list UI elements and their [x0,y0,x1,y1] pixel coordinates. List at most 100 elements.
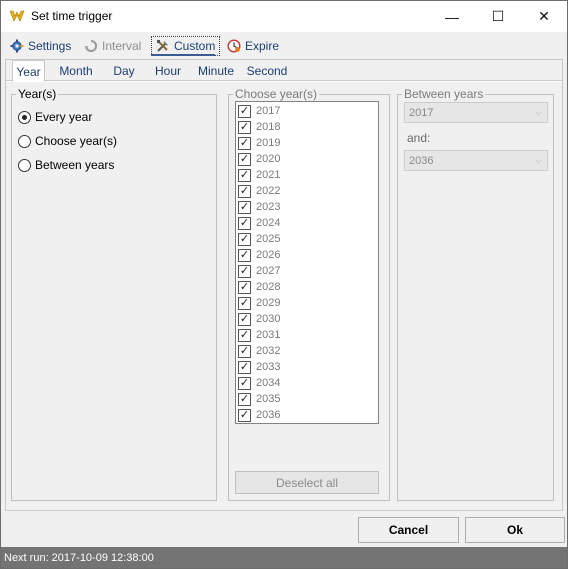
to-year-select[interactable]: 2036 ⌵ [404,150,548,171]
next-run-text: Next run: 2017-10-09 12:38:00 [4,551,154,564]
year-item-2036[interactable]: ✓ 2036 [238,407,280,423]
tab-custom-label: Custom [174,39,216,53]
checkbox-2025[interactable]: ✓ [238,232,251,246]
year-item-2020[interactable]: ✓ 2020 [238,151,280,167]
ok-button[interactable]: Ok [465,517,565,543]
years-checklist[interactable]: ✓ 2017 ✓ 2018 ✓ 2019 ✓ 2020 ✓ 2021 ✓ 2022 ✓ 202… [235,101,379,424]
years-group: Year(s) Every year Choose year(s) Betwee… [11,87,217,501]
year-item-2030[interactable]: ✓ 2030 [238,311,280,327]
interval-refresh-icon [84,39,98,52]
year-label-2034: 2034 [256,377,281,389]
maximize-button[interactable]: ☐ [475,1,521,32]
top-tab-strip: Settings Interval Custom Expire [2,33,566,57]
title-bar: Set time trigger — ☐ ✕ [1,1,567,32]
radio-every-year[interactable]: Every year [18,109,92,125]
year-item-2022[interactable]: ✓ 2022 [238,183,280,199]
tab-interval[interactable]: Interval [80,36,145,56]
tab-settings-label: Settings [28,39,72,53]
checkbox-2030[interactable]: ✓ [238,312,251,326]
radio-between-years[interactable]: Between years [18,157,114,173]
years-group-title: Year(s) [16,87,59,101]
year-item-2017[interactable]: ✓ 2017 [238,103,280,119]
year-item-2027[interactable]: ✓ 2027 [238,263,280,279]
tab-expire-label: Expire [245,39,280,53]
to-year-value: 2036 [409,154,434,167]
tab-settings[interactable]: Settings [6,36,75,56]
checkbox-2027[interactable]: ✓ [238,264,251,278]
checkbox-2017[interactable]: ✓ [238,104,251,118]
checkbox-2029[interactable]: ✓ [238,296,251,310]
custom-tools-icon [157,40,168,52]
checkbox-2018[interactable]: ✓ [238,120,251,134]
checkbox-2022[interactable]: ✓ [238,184,251,198]
year-label-2019: 2019 [256,137,281,149]
year-label-2018: 2018 [256,121,281,133]
settings-gear-icon [10,39,24,53]
choose-years-group: Choose year(s) ✓ 2017 ✓ 2018 ✓ 2019 ✓ 2020 ✓… [228,87,390,501]
close-button[interactable]: ✕ [521,1,567,32]
subtab-minute[interactable]: Minute [196,60,236,81]
from-year-select[interactable]: 2017 ⌵ [404,102,548,123]
tab-custom[interactable]: Custom [151,36,221,56]
year-label-2028: 2028 [256,281,281,293]
year-item-2029[interactable]: ✓ 2029 [238,295,280,311]
checkbox-2031[interactable]: ✓ [238,328,251,342]
from-year-value: 2017 [409,106,434,119]
year-label-2021: 2021 [256,169,281,181]
radio-choose-years-label: Choose year(s) [35,134,118,148]
checkbox-2028[interactable]: ✓ [238,280,251,294]
checkbox-2020[interactable]: ✓ [238,152,251,166]
checkbox-2036[interactable]: ✓ [238,408,251,422]
deselect-all-button[interactable]: Deselect all [235,471,379,494]
year-item-2021[interactable]: ✓ 2021 [238,167,280,183]
year-item-2025[interactable]: ✓ 2025 [238,231,280,247]
between-years-group: Between years 2017 ⌵ and: 2036 ⌵ [397,87,554,501]
checkbox-2033[interactable]: ✓ [238,360,251,374]
year-label-2032: 2032 [256,345,281,357]
year-label-2036: 2036 [256,409,281,421]
year-item-2018[interactable]: ✓ 2018 [238,119,280,135]
set-time-trigger-window: Set time trigger — ☐ ✕ Settings Interval [0,0,568,569]
year-item-2019[interactable]: ✓ 2019 [238,135,280,151]
choose-years-group-title: Choose year(s) [233,87,320,101]
year-item-2034[interactable]: ✓ 2034 [238,375,280,391]
minimize-button[interactable]: — [429,1,475,32]
checkbox-2026[interactable]: ✓ [238,248,251,262]
subtab-day[interactable]: Day [109,60,139,81]
subtab-month[interactable]: Month [54,60,98,81]
year-item-2028[interactable]: ✓ 2028 [238,279,280,295]
checkbox-2019[interactable]: ✓ [238,136,251,150]
status-bar: Next run: 2017-10-09 12:38:00 [1,547,567,568]
active-tab-indicator [151,54,215,56]
year-label-2022: 2022 [256,185,281,197]
and-label: and: [407,131,431,145]
checkbox-2034[interactable]: ✓ [238,376,251,390]
expire-clock-icon [227,39,241,53]
checkbox-2035[interactable]: ✓ [238,392,251,406]
year-item-2031[interactable]: ✓ 2031 [238,327,280,343]
year-item-2033[interactable]: ✓ 2033 [238,359,280,375]
year-label-2029: 2029 [256,297,281,309]
cancel-button[interactable]: Cancel [358,517,459,543]
year-label-2023: 2023 [256,201,281,213]
radio-choose-years[interactable]: Choose year(s) [18,133,117,149]
year-item-2035[interactable]: ✓ 2035 [238,391,280,407]
chevron-down-icon: ⌵ [535,107,542,117]
subtab-hour[interactable]: Hour [151,60,185,81]
radio-choose-years-dot[interactable] [18,134,31,148]
tab-expire[interactable]: Expire [223,36,283,56]
year-item-2032[interactable]: ✓ 2032 [238,343,280,359]
subtab-second[interactable]: Second [247,60,288,81]
checkbox-2032[interactable]: ✓ [238,344,251,358]
year-item-2024[interactable]: ✓ 2024 [238,215,280,231]
subtab-year[interactable]: Year [12,60,45,82]
year-label-2027: 2027 [256,265,281,277]
year-item-2023[interactable]: ✓ 2023 [238,199,280,215]
year-label-2024: 2024 [256,217,281,229]
year-item-2026[interactable]: ✓ 2026 [238,247,280,263]
checkbox-2023[interactable]: ✓ [238,200,251,214]
checkbox-2021[interactable]: ✓ [238,168,251,182]
radio-between-years-dot[interactable] [18,158,31,172]
radio-every-year-dot[interactable] [18,110,31,124]
checkbox-2024[interactable]: ✓ [238,216,251,230]
